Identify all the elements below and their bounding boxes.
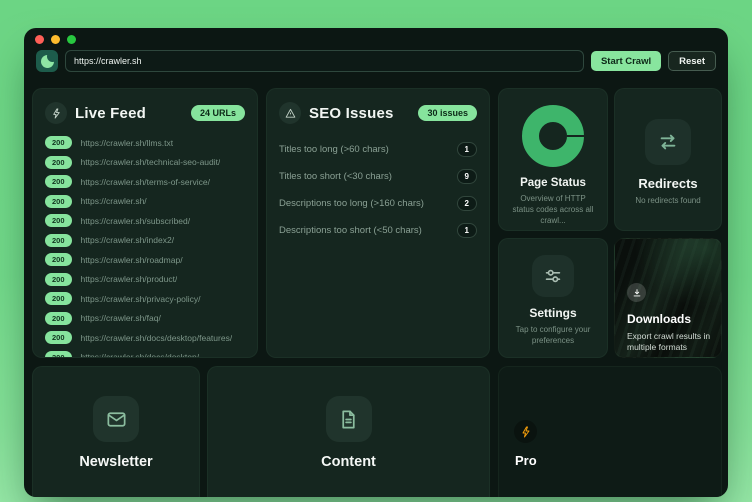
issue-count: 1 — [456, 142, 477, 157]
zap-icon — [45, 102, 67, 124]
feed-row[interactable]: 200 https://crawler.sh/index2/ — [45, 231, 245, 251]
warning-triangle-icon — [279, 102, 301, 124]
feed-row[interactable]: 200 https://crawler.sh/privacy-policy/ — [45, 289, 245, 309]
settings-subtitle: Tap to configure your preferences — [515, 325, 591, 346]
feed-row[interactable]: 200 https://crawler.sh/terms-of-service/ — [45, 172, 245, 192]
status-badge: 200 — [45, 194, 72, 208]
feed-url: https://crawler.sh/llms.txt — [80, 137, 174, 148]
document-icon — [325, 396, 372, 442]
status-badge: 200 — [45, 350, 72, 357]
feed-row[interactable]: 200 https://crawler.sh/ — [45, 192, 245, 212]
issue-label: Titles too long (>60 chars) — [279, 144, 389, 155]
lightning-bolt-icon — [514, 420, 537, 443]
close-window-button[interactable] — [35, 35, 44, 44]
status-badge: 200 — [45, 331, 72, 345]
feed-row[interactable]: 200 https://crawler.sh/roadmap/ — [45, 250, 245, 270]
redirects-subtitle: No redirects found — [635, 196, 701, 205]
seo-issue-row[interactable]: Titles too short (<30 chars) 9 — [279, 163, 477, 190]
downloads-card[interactable]: Downloads Export crawl results in multip… — [614, 238, 722, 358]
status-badge: 200 — [45, 253, 72, 267]
live-feed-card: Live Feed 24 URLs 200 https://crawler.sh/… — [32, 88, 258, 358]
seo-issues-list: Titles too long (>60 chars) 1 Titles too … — [267, 132, 489, 248]
issue-label: Descriptions too long (>160 chars) — [279, 198, 424, 209]
feed-url: https://crawler.sh/ — [80, 196, 147, 207]
status-badge: 200 — [45, 214, 72, 228]
page-status-pages: 24 pages — [499, 227, 607, 230]
status-badge: 200 — [45, 155, 72, 169]
issue-label: Titles too short (<30 chars) — [279, 171, 392, 182]
feed-url: https://crawler.sh/roadmap/ — [80, 254, 183, 265]
issue-count: 9 — [456, 169, 477, 184]
feed-url: https://crawler.sh/terms-of-service/ — [80, 176, 210, 187]
issue-count: 1 — [456, 223, 477, 238]
settings-title: Settings — [529, 306, 577, 320]
feed-row[interactable]: 200 https://crawler.sh/subscribed/ — [45, 211, 245, 231]
feed-url: https://crawler.sh/subscribed/ — [80, 215, 191, 226]
feed-url: https://crawler.sh/docs/desktop/ — [80, 352, 200, 358]
page-status-description: Overview of HTTP status codes across all… — [512, 194, 594, 226]
app-window: Start Crawl Reset Live Feed 24 URLs 200 h… — [24, 28, 728, 497]
feed-row[interactable]: 200 https://crawler.sh/llms.txt — [45, 133, 245, 153]
page-status-title: Page Status — [520, 177, 586, 189]
feed-url: https://crawler.sh/privacy-policy/ — [80, 293, 201, 304]
newsletter-title: Newsletter — [79, 454, 153, 470]
feed-url: https://crawler.sh/index2/ — [80, 235, 175, 246]
downloads-title: Downloads — [627, 312, 692, 326]
status-badge: 200 — [45, 233, 72, 247]
page-status-card[interactable]: Page Status Overview of HTTP status code… — [498, 88, 608, 231]
status-badge: 200 — [45, 272, 72, 286]
feed-row[interactable]: 200 https://crawler.sh/product/ — [45, 270, 245, 290]
feed-url: https://crawler.sh/technical-seo-audit/ — [80, 157, 221, 168]
content-card[interactable]: Content — [207, 366, 490, 497]
live-feed-title: Live Feed — [75, 104, 146, 122]
status-badge: 200 — [45, 175, 72, 189]
pro-card[interactable]: Pro — [498, 366, 722, 497]
issues-count-badge: 30 issues — [418, 105, 477, 121]
swap-arrows-icon — [645, 119, 691, 165]
sliders-icon — [532, 255, 574, 297]
live-feed-list[interactable]: 200 https://crawler.sh/llms.txt 200 https:… — [33, 132, 257, 358]
maximize-window-button[interactable] — [67, 35, 76, 44]
newsletter-card[interactable]: Newsletter — [32, 366, 200, 497]
content-title: Content — [321, 454, 376, 470]
feed-row[interactable]: 200 https://crawler.sh/docs/desktop/ — [45, 348, 245, 358]
feed-url: https://crawler.sh/product/ — [80, 274, 178, 285]
app-logo-icon — [36, 50, 58, 72]
feed-row[interactable]: 200 https://crawler.sh/faq/ — [45, 309, 245, 329]
issue-count: 2 — [456, 196, 477, 211]
start-crawl-button[interactable]: Start Crawl — [590, 51, 662, 71]
url-input[interactable] — [65, 50, 584, 72]
redirects-title: Redirects — [638, 176, 698, 191]
seo-issues-card: SEO Issues 30 issues Titles too long (>6… — [266, 88, 490, 358]
pro-title: Pro — [515, 453, 537, 468]
redirects-card[interactable]: Redirects No redirects found — [614, 88, 722, 231]
envelope-icon — [93, 396, 139, 442]
seo-issues-title: SEO Issues — [309, 104, 394, 122]
status-badge: 200 — [45, 292, 72, 306]
url-count-badge: 24 URLs — [190, 105, 245, 121]
seo-issue-row[interactable]: Descriptions too long (>160 chars) 2 — [279, 190, 477, 217]
window-controls — [35, 35, 76, 44]
seo-issue-row[interactable]: Titles too long (>60 chars) 1 — [279, 136, 477, 163]
settings-card[interactable]: Settings Tap to configure your preferenc… — [498, 238, 608, 358]
status-badge: 200 — [45, 311, 72, 325]
status-donut-chart — [522, 105, 584, 167]
feed-url: https://crawler.sh/docs/desktop/features… — [80, 332, 233, 343]
topbar: Start Crawl Reset — [36, 50, 716, 72]
feed-url: https://crawler.sh/faq/ — [80, 313, 161, 324]
issue-label: Descriptions too short (<50 chars) — [279, 225, 422, 236]
downloads-subtitle: Export crawl results in multiple formats — [627, 331, 711, 353]
minimize-window-button[interactable] — [51, 35, 60, 44]
download-icon — [627, 283, 646, 302]
feed-row[interactable]: 200 https://crawler.sh/docs/desktop/featu… — [45, 328, 245, 348]
reset-button[interactable]: Reset — [668, 51, 716, 71]
status-badge: 200 — [45, 136, 72, 150]
feed-row[interactable]: 200 https://crawler.sh/technical-seo-audi… — [45, 153, 245, 173]
seo-issue-row[interactable]: Descriptions too short (<50 chars) 1 — [279, 217, 477, 244]
